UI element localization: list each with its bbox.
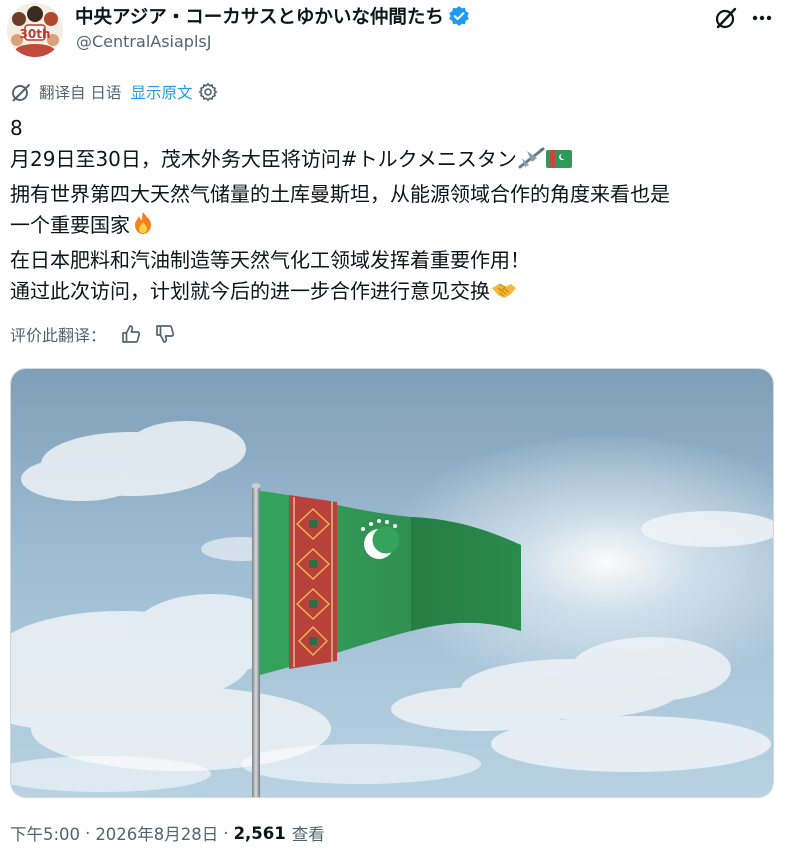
fire-emoji-icon xyxy=(130,210,156,245)
tweet-line: 一个重要国家 xyxy=(10,210,790,245)
tweet-line-text: 一个重要国家 xyxy=(10,213,130,237)
tweet-line: 月29日至30日，茂木外务大臣将访问#トルクメニスタン xyxy=(10,144,790,179)
translation-info: 翻译自 日语 显示原文 xyxy=(10,80,218,104)
author-display-name[interactable]: 中央アジア・コーカサスとゆかいな仲間たち xyxy=(75,3,444,29)
tweet-media-image[interactable] xyxy=(10,368,774,798)
tweet-line: 8 xyxy=(10,116,23,140)
more-icon[interactable] xyxy=(747,3,777,33)
translated-from-label: 翻译自 日语 xyxy=(39,84,122,102)
turkmenistan-flag-photo xyxy=(11,369,773,797)
tweet-meta: 下午5:00 · 2026年8月28日 · 2,561 查看 xyxy=(10,820,325,846)
translate-icon xyxy=(10,81,32,103)
airplane-emoji-icon xyxy=(517,146,545,179)
tweet-time[interactable]: 下午5:00 xyxy=(10,821,80,845)
show-original-link[interactable]: 显示原文 xyxy=(130,81,192,103)
gear-icon[interactable] xyxy=(198,82,218,102)
tweet-line: 在日本肥料和汽油制造等天然气化工领域发挥着重要作用！ xyxy=(10,248,530,272)
grok-icon[interactable] xyxy=(711,3,741,33)
views-count[interactable]: 2,561 xyxy=(234,824,286,843)
tweet-header: 30th 中央アジア・コーカサスとゆかいな仲間たち @CentralAsiapl… xyxy=(0,0,798,60)
thumbs-down-icon[interactable] xyxy=(154,323,176,345)
views-label: 查看 xyxy=(291,825,325,844)
tweet-line: 拥有世界第四大天然气储量的土库曼斯坦，从能源领域合作的角度来看也是 xyxy=(10,182,670,206)
rate-translation: 评价此翻译： xyxy=(10,321,176,347)
tweet-date[interactable]: 2026年8月28日 xyxy=(95,821,218,845)
turkmenistan-flag-emoji-icon xyxy=(545,148,573,179)
meta-separator: · xyxy=(223,823,229,843)
tweet-line-text: 通过此次访问，计划就今后的进一步合作进行意见交换 xyxy=(10,279,490,303)
meta-separator: · xyxy=(85,823,91,843)
avatar-badge-text: 30th xyxy=(20,27,51,41)
thumbs-up-icon[interactable] xyxy=(120,323,142,345)
rate-translation-label: 评价此翻译： xyxy=(10,326,107,345)
verified-badge-icon xyxy=(448,5,470,27)
tweet-text: 8 月29日至30日，茂木外务大臣将访问#トルクメニスタン 拥有世界第四大天然气… xyxy=(10,113,790,311)
avatar-illustration: 30th xyxy=(7,3,63,57)
tweet-line: 通过此次访问，计划就今后的进一步合作进行意见交换 xyxy=(10,276,790,311)
handshake-emoji-icon xyxy=(490,278,518,311)
author-handle[interactable]: @CentralAsiaplsJ xyxy=(76,32,211,51)
author-name-row: 中央アジア・コーカサスとゆかいな仲間たち xyxy=(75,3,470,29)
tweet-line-text: 月29日至30日，茂木外务大臣将访问#トルクメニスタン xyxy=(10,147,517,171)
avatar[interactable]: 30th xyxy=(7,3,63,57)
